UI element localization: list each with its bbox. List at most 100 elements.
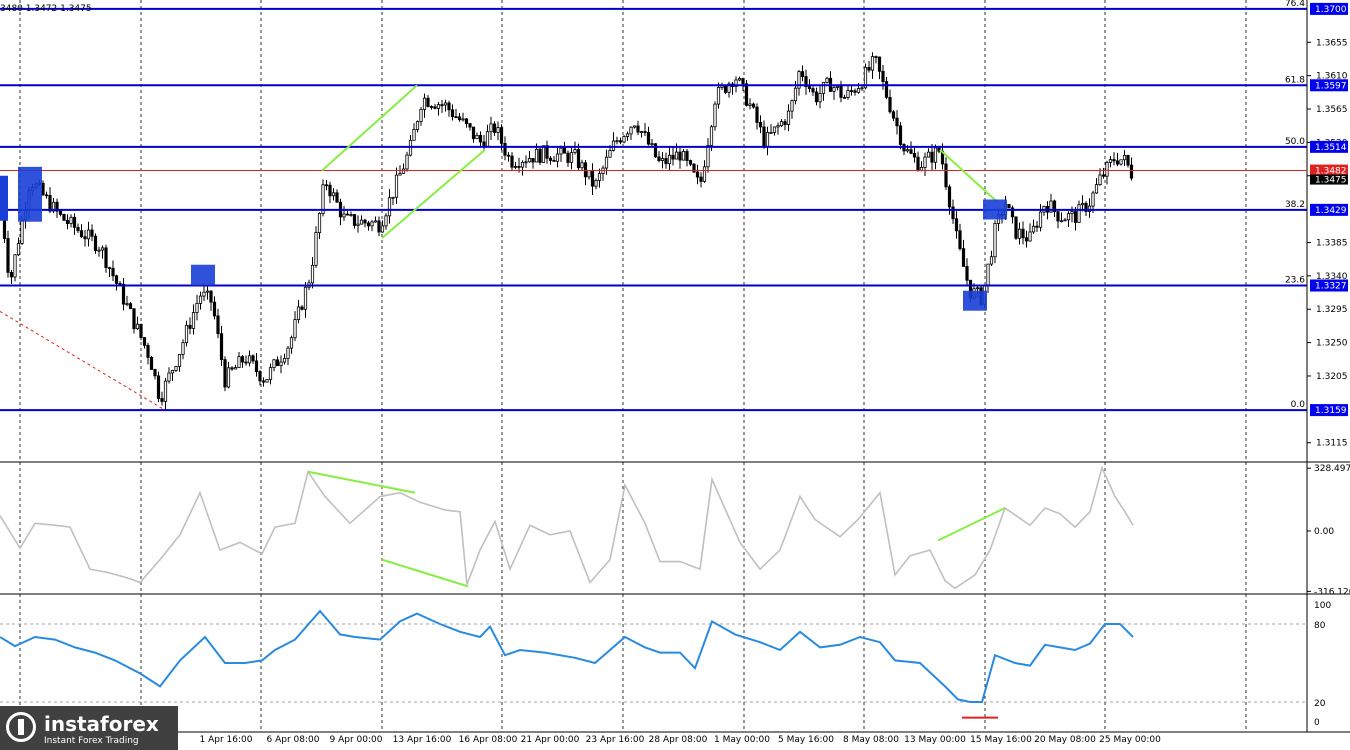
price-chart: 1 Apr 16:00 6 Apr 08:00 9 Apr 00:00 13 Apr … [0,0,1350,745]
candle-body [426,97,430,107]
candle-body [534,148,539,163]
candle-body [226,367,231,388]
candle-body [370,221,374,227]
candle-body [268,367,273,380]
candle-body [198,295,203,304]
candle-body [503,143,507,156]
candle-body [993,223,997,258]
candle-body [212,301,217,317]
rsi-series-line [0,609,1134,703]
candle-body [146,344,150,358]
fib-ratio-label: 38.2 [1285,200,1305,210]
candle-body [107,267,112,269]
candle-body [328,184,332,197]
x-tick-label: 9 Apr 00:00 [330,735,383,745]
candle-body [1056,211,1060,222]
candle-body [142,337,147,346]
candle-body [842,96,847,99]
candle-body [657,156,661,162]
candles [0,52,1134,410]
osc-tick-label: 328.4976 [1314,464,1350,474]
candle-body [275,359,280,367]
candle-body [1105,162,1109,177]
candle-body [1112,159,1116,162]
candle-body [709,126,714,146]
signal-marker-box [0,175,8,221]
oscillator-divergence-line [381,558,469,588]
candle-body [895,117,899,127]
oscillator-divergence-line [307,470,416,494]
candle-body [825,77,829,83]
candle-body [1094,184,1099,194]
candle-body [916,156,920,171]
candle-body [961,248,966,267]
candle-body [755,106,759,123]
candle-body [888,96,892,113]
candle-body [1073,211,1078,223]
candle-body [1101,174,1106,177]
candle-body [314,232,318,266]
candle-body [422,97,427,110]
candle-body [475,134,479,140]
candle-body [184,324,189,344]
ohlc-readout: 3480 1.3472 1.3475 [0,4,92,14]
level-price-text: 1.3597 [1315,81,1347,91]
candle-body [1108,159,1113,163]
candle-body [954,218,959,232]
x-tick-label: 1 May 00:00 [714,735,770,745]
candle-body [230,367,234,370]
candle-body [580,162,584,169]
candle-body [279,361,283,367]
candle-body [594,180,598,187]
candle-body [867,66,871,71]
rsi-tick-label: 20 [1314,699,1326,709]
y-tick-label: 1.3565 [1316,105,1348,115]
candle-body [1059,220,1064,223]
candle-body [135,323,140,330]
candle-body [573,149,577,153]
candle-body [986,263,990,286]
candle-body [811,88,815,93]
candle-body [517,166,521,168]
x-tick-label: 15 May 16:00 [970,735,1032,745]
candle-body [856,88,861,93]
candle-body [1031,225,1036,233]
candle-body [496,127,500,133]
candle-body [90,229,94,237]
candle-body [989,256,994,265]
candle-body [832,87,836,92]
candle-body [160,398,164,402]
candle-body [555,153,560,162]
rsi-tick-label: 100 [1314,601,1331,611]
candle-body [457,116,462,121]
candle-body [436,104,441,109]
candle-body [170,369,175,374]
candle-body [548,157,553,161]
candle-body [303,286,308,310]
x-tick-label: 21 Apr 00:00 [521,735,580,745]
rsi-tick-label: 80 [1314,621,1326,631]
candle-body [132,308,136,330]
candle-body [1017,228,1022,239]
candle-body [359,219,364,225]
y-tick-label: 1.3115 [1316,439,1348,449]
candle-body [188,324,192,329]
candle-body [485,131,490,147]
x-tick-label: 20 May 08:00 [1034,735,1096,745]
candle-body [839,85,843,98]
candle-body [352,214,357,226]
level-price-text: 1.3429 [1315,206,1347,216]
candle-body [209,290,213,303]
signal-marker-box [191,264,215,286]
candle-body [9,271,14,278]
candle-body [387,197,392,217]
candle-body [79,230,84,238]
candle-body [156,375,161,399]
candle-body [653,143,658,158]
last-price-text: 1.3475 [1315,176,1347,186]
y-tick-label: 1.3250 [1316,339,1348,349]
x-tick-label: 5 May 16:00 [778,735,834,745]
candle-body [405,154,409,170]
fib-ratio-label: 50.0 [1285,137,1305,147]
candle-body [373,220,378,223]
